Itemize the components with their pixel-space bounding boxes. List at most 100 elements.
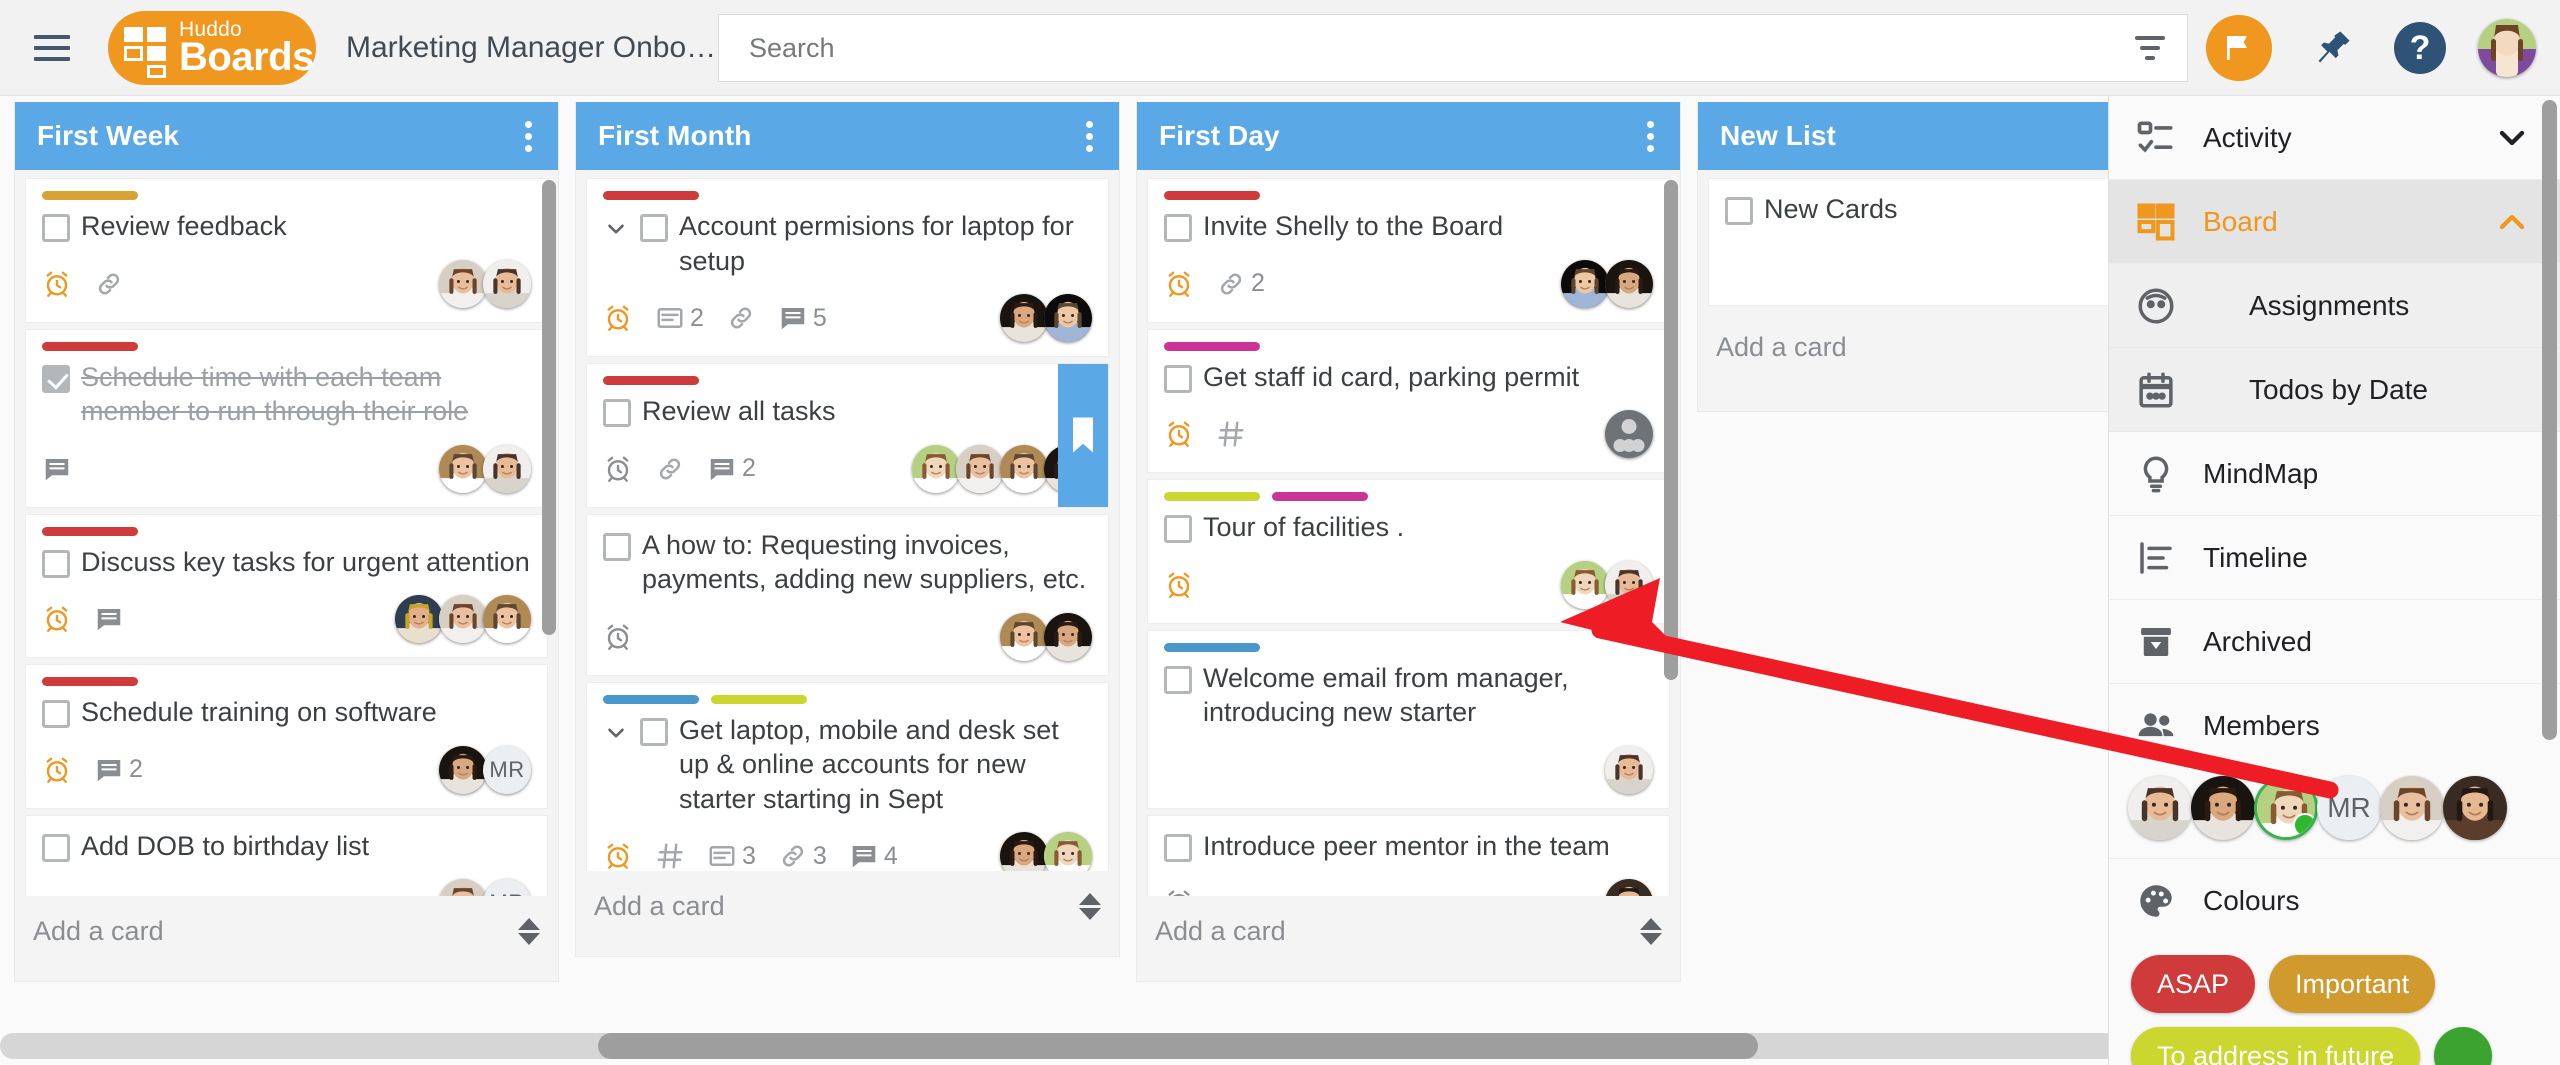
list-title[interactable]: First Day: [1159, 120, 1280, 152]
badge-link[interactable]: 3: [778, 841, 827, 871]
chevron-down-icon[interactable]: [2492, 118, 2532, 158]
card-checkbox[interactable]: [640, 717, 668, 746]
card[interactable]: Tour of facilities .: [1147, 479, 1670, 624]
card-checkbox[interactable]: [1164, 515, 1192, 544]
card-checkbox[interactable]: [603, 399, 631, 428]
search-bar[interactable]: [718, 14, 2188, 82]
card-label[interactable]: [603, 191, 699, 200]
badge-alarm[interactable]: [1164, 570, 1194, 600]
card-label[interactable]: [603, 376, 699, 386]
member-avatar[interactable]: [1561, 560, 1609, 609]
member-avatar[interactable]: [439, 879, 487, 896]
colour-chip[interactable]: To address in future: [2131, 1027, 2421, 1065]
member-avatar[interactable]: [1000, 612, 1048, 661]
card-checkbox[interactable]: [1725, 197, 1753, 225]
member-avatar[interactable]: [1044, 612, 1092, 661]
panel-item-board[interactable]: Board: [2109, 180, 2560, 264]
card-checkbox[interactable]: [42, 549, 70, 578]
add-card-stepper[interactable]: [1079, 893, 1101, 920]
member-avatar[interactable]: [1605, 560, 1653, 609]
expand-chevron-icon[interactable]: [603, 720, 629, 746]
badge-alarm[interactable]: [42, 604, 72, 634]
member-avatar-initials[interactable]: MR: [483, 879, 531, 896]
member-avatar[interactable]: [912, 444, 960, 493]
panel-item-members[interactable]: Members: [2109, 684, 2560, 768]
card-checkbox[interactable]: [42, 700, 70, 729]
card[interactable]: Add DOB to birthday list MR: [25, 814, 548, 896]
bookmark-flag-icon[interactable]: [1058, 364, 1108, 507]
member-avatar[interactable]: [1605, 259, 1653, 308]
badge-hash[interactable]: [1216, 419, 1246, 449]
list-title[interactable]: First Week: [37, 120, 179, 152]
member-avatar[interactable]: [439, 745, 487, 794]
list-title[interactable]: First Month: [598, 120, 752, 152]
panel-item-activity[interactable]: Activity: [2109, 96, 2560, 180]
badge-comment[interactable]: 2: [94, 755, 143, 785]
member-avatar[interactable]: [439, 259, 487, 308]
card-checkbox[interactable]: [42, 833, 70, 862]
card-checkbox[interactable]: [1164, 364, 1192, 393]
add-card-button[interactable]: Add a card: [576, 871, 1119, 944]
member-avatar[interactable]: [483, 595, 531, 644]
badge-comment[interactable]: [42, 454, 72, 484]
search-input[interactable]: [719, 15, 2113, 81]
badge-description[interactable]: 2: [655, 303, 704, 333]
card-checkbox[interactable]: [42, 214, 70, 242]
board-title[interactable]: Marketing Manager Onbo…: [346, 31, 716, 65]
card[interactable]: Schedule training on software 2 MR: [25, 664, 548, 809]
card-label[interactable]: [1164, 492, 1260, 502]
card[interactable]: Discuss key tasks for urgent attention: [25, 513, 548, 659]
badge-alarm[interactable]: [1164, 269, 1194, 299]
board-member-avatar[interactable]: [2254, 776, 2318, 840]
badge-alarm[interactable]: [603, 303, 633, 333]
hamburger-menu-icon[interactable]: [22, 18, 82, 78]
card[interactable]: Welcome email from manager, introducing …: [1147, 629, 1670, 809]
card-label[interactable]: [42, 677, 138, 687]
member-avatar[interactable]: [1044, 294, 1092, 343]
card[interactable]: Get laptop, mobile and desk set up & onl…: [586, 681, 1109, 871]
card[interactable]: Get staff id card, parking permit: [1147, 328, 1670, 474]
add-card-button[interactable]: Add a card: [15, 896, 558, 969]
huddo-boards-logo[interactable]: Huddo Boards: [108, 10, 316, 85]
horizontal-scroll-thumb[interactable]: [598, 1033, 1758, 1059]
badge-alarm[interactable]: [603, 622, 633, 652]
card-checkbox[interactable]: [603, 532, 631, 561]
card-checkbox[interactable]: [1164, 833, 1192, 862]
badge-alarm[interactable]: [42, 755, 72, 785]
colour-chip[interactable]: ASAP: [2131, 955, 2256, 1013]
badge-alarm[interactable]: [1164, 419, 1194, 449]
filter-icon[interactable]: [2113, 36, 2187, 60]
badge-link[interactable]: 2: [1216, 269, 1265, 299]
board-member-avatar[interactable]: [2128, 776, 2192, 840]
member-avatar[interactable]: [483, 259, 531, 308]
card-label[interactable]: [1272, 492, 1368, 502]
member-avatar[interactable]: [439, 444, 487, 493]
card[interactable]: A how to: Requesting invoices, payments,…: [586, 513, 1109, 676]
card-checkbox[interactable]: [1164, 214, 1192, 242]
add-card-stepper[interactable]: [518, 918, 540, 945]
member-avatar-initials[interactable]: MR: [483, 745, 531, 794]
panel-item-assignments[interactable]: Assignments: [2109, 264, 2560, 348]
card[interactable]: Review feedback: [25, 178, 548, 323]
card-label[interactable]: [603, 694, 699, 704]
badge-link[interactable]: [94, 269, 124, 299]
list-scrollbar-thumb[interactable]: [1664, 180, 1678, 680]
card-label[interactable]: [711, 694, 807, 704]
member-avatar[interactable]: [395, 595, 443, 644]
member-avatar[interactable]: [439, 595, 487, 644]
badge-hash[interactable]: [655, 841, 685, 871]
badge-link[interactable]: [655, 454, 685, 484]
badge-link[interactable]: [726, 303, 756, 333]
card-label[interactable]: [1164, 642, 1260, 652]
board-member-avatar[interactable]: [2380, 776, 2444, 840]
badge-alarm[interactable]: [603, 454, 633, 484]
add-card-stepper[interactable]: [1640, 918, 1662, 945]
card[interactable]: Account permisions for laptop for setup 2…: [586, 178, 1109, 358]
list-menu-icon[interactable]: [1639, 113, 1662, 160]
card-label[interactable]: [1164, 341, 1260, 351]
card[interactable]: Review all tasks 2: [586, 363, 1109, 508]
panel-scrollbar-thumb[interactable]: [2542, 100, 2557, 740]
badge-comment[interactable]: 2: [707, 454, 756, 484]
card-checkbox[interactable]: [640, 214, 668, 242]
badge-description[interactable]: 3: [707, 841, 756, 871]
